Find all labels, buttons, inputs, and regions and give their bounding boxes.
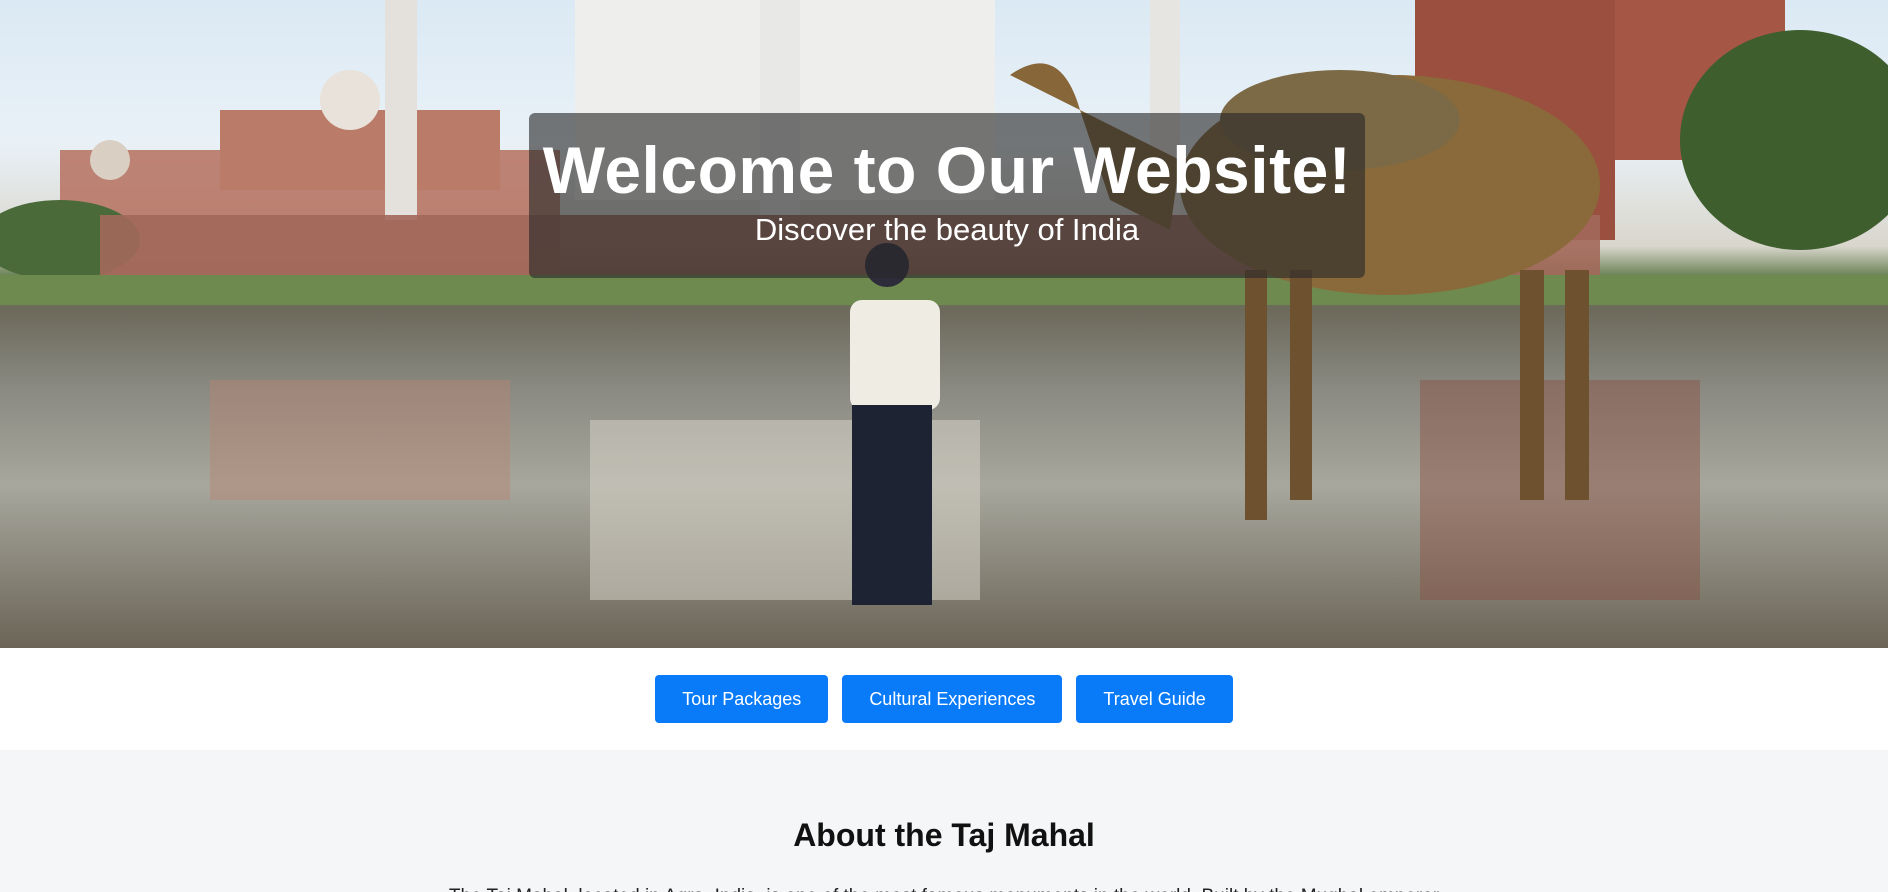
hero-title: Welcome to Our Website! <box>542 133 1352 207</box>
cultural-experiences-button[interactable]: Cultural Experiences <box>842 675 1063 723</box>
travel-guide-button[interactable]: Travel Guide <box>1076 675 1233 723</box>
about-heading: About the Taj Mahal <box>793 817 1095 853</box>
hero-subtitle: Discover the beauty of India <box>754 212 1140 247</box>
hero-image <box>0 0 1888 605</box>
action-buttons: Tour Packages Cultural Experiences Trave… <box>0 648 1888 750</box>
about-paragraph: The Taj Mahal, located in Agra, India, i… <box>414 884 1474 892</box>
tour-packages-button[interactable]: Tour Packages <box>655 675 829 723</box>
about-section: About the Taj Mahal The Taj Mahal, locat… <box>0 750 1888 892</box>
hero-banner: Welcome to Our Website! Discover the bea… <box>529 113 1365 278</box>
hero-section: Welcome to Our Website! Discover the bea… <box>0 0 1888 648</box>
